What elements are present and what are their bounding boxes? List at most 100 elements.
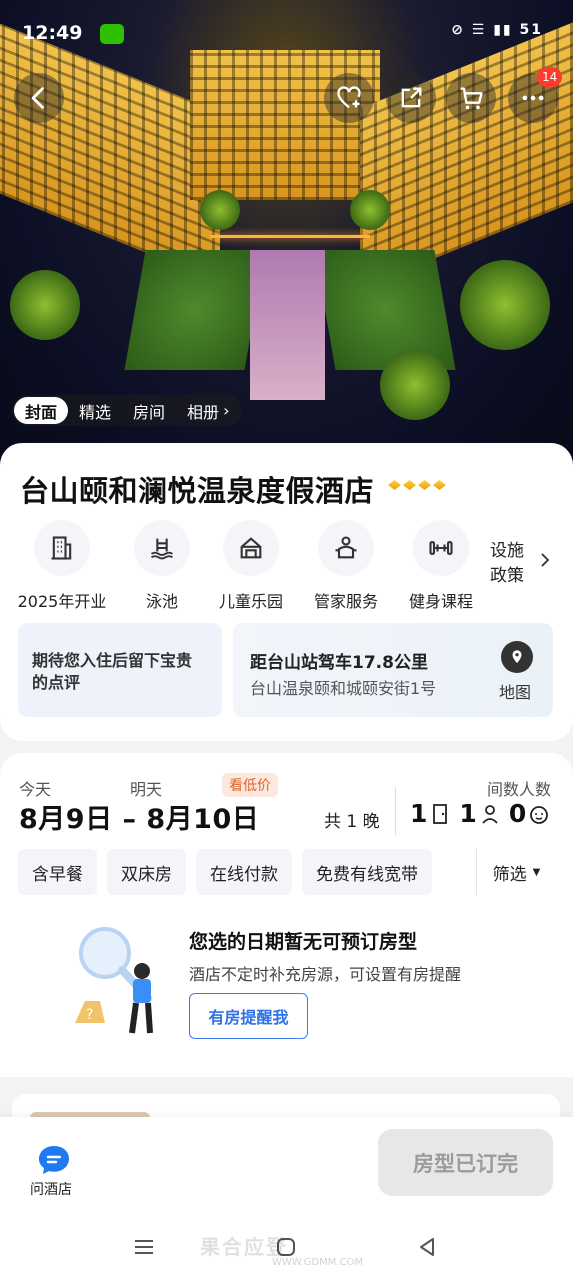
hotel-name: 台山颐和澜悦温泉度假酒店	[20, 474, 375, 508]
heart-add-icon	[337, 86, 361, 109]
cart-icon	[460, 87, 483, 110]
review-prompt-line2: 的点评	[32, 673, 81, 692]
svg-text:?: ?	[86, 1007, 93, 1023]
dumbbell-icon	[429, 541, 453, 555]
review-prompt-line1: 期待您入住后留下宝贵	[32, 651, 193, 670]
date-range[interactable]: 8月9日 – 8月10日	[19, 797, 259, 836]
tree	[10, 270, 80, 340]
room-count: 1	[410, 799, 428, 828]
child-icon	[530, 805, 549, 824]
chip-free-broadband[interactable]: 免费有线宽带	[302, 849, 432, 895]
empty-state-title: 您选的日期暂无可预订房型	[189, 931, 418, 953]
bottom-action-bar: 问酒店 房型已订完	[0, 1117, 573, 1217]
guests-label: 间数人数	[487, 780, 552, 799]
building-left	[0, 7, 220, 283]
low-price-tag[interactable]: 看低价	[222, 773, 278, 797]
distance-text: 距台山站驾车17.8公里	[250, 653, 428, 673]
facility-label: 儿童乐园	[218, 592, 283, 611]
booking-card: 今天 明天 看低价 8月9日 – 8月10日 共 1 晚 间数人数 1 1 0 …	[0, 753, 573, 1077]
facility-pool[interactable]: 泳池	[112, 520, 212, 612]
message-count-badge: 14	[537, 67, 563, 87]
pool-icon	[150, 538, 174, 560]
watermark-url: WWW.GDMM.COM	[272, 1257, 364, 1268]
share-button[interactable]	[386, 73, 436, 123]
diamond-icon	[403, 480, 416, 490]
room-alert-button[interactable]: 有房提醒我	[189, 993, 308, 1039]
facility-policy-link[interactable]: 设施 政策	[490, 539, 524, 589]
map-label[interactable]: 地图	[499, 679, 531, 703]
facility-fitness[interactable]: 健身课程	[391, 520, 491, 612]
tab-album-label: 相册	[187, 402, 220, 422]
address-text: 台山温泉颐和城颐安街1号	[250, 679, 437, 698]
chip-online-pay[interactable]: 在线付款	[196, 849, 292, 895]
tree	[460, 260, 550, 350]
caret-down-icon: ▼	[532, 866, 541, 878]
lawn-right	[314, 250, 456, 370]
chip-breakfast[interactable]: 含早餐	[18, 849, 97, 895]
filter-chips: 含早餐 双床房 在线付款 免费有线宽带	[18, 849, 432, 895]
diamond-rating	[388, 480, 446, 490]
door-icon	[433, 803, 448, 824]
location-box[interactable]: 距台山站驾车17.8公里 台山温泉颐和城颐安街1号 地图	[233, 623, 553, 717]
divider	[395, 787, 396, 835]
playground-icon	[240, 537, 262, 559]
adult-icon	[482, 804, 498, 824]
chevron-right-icon: ›	[223, 401, 230, 420]
facility-label: 泳池	[145, 592, 178, 611]
building-icon	[51, 536, 72, 560]
rooms-sold-out-button[interactable]: 房型已订完	[378, 1129, 553, 1196]
chat-bubble-icon[interactable]	[37, 1144, 71, 1176]
tree	[380, 350, 450, 420]
diamond-icon	[418, 480, 431, 490]
empty-state-illustration: ?	[75, 927, 153, 1034]
facility-label: 管家服务	[313, 592, 378, 611]
butler-icon	[335, 536, 357, 559]
back-button[interactable]	[14, 73, 64, 123]
center-path	[250, 250, 325, 400]
policy-label-line1: 设施	[490, 541, 524, 561]
facility-opening-year[interactable]: 2025年开业	[12, 520, 112, 612]
tree	[200, 190, 240, 230]
review-prompt[interactable]: 期待您入住后留下宝贵 的点评	[18, 623, 222, 717]
more-dots-icon	[522, 95, 544, 101]
diamond-icon	[388, 480, 401, 490]
adult-count: 1	[459, 799, 477, 828]
back-triangle-icon[interactable]	[415, 1235, 439, 1259]
tab-album[interactable]: 相册 ›	[176, 397, 240, 424]
tab-rooms[interactable]: 房间	[122, 397, 176, 424]
chevron-right-icon	[541, 553, 550, 567]
diamond-icon	[433, 480, 446, 490]
facility-label: 2025年开业	[17, 592, 107, 611]
favorite-button[interactable]	[324, 73, 374, 123]
cart-button[interactable]	[446, 73, 496, 123]
share-icon	[401, 87, 422, 108]
tab-featured[interactable]: 精选	[68, 397, 122, 424]
map-pin-icon[interactable]	[501, 641, 533, 673]
facility-butler[interactable]: 管家服务	[296, 520, 396, 612]
chip-twin-room[interactable]: 双床房	[107, 849, 186, 895]
watermark-logo: 果合应登	[200, 1235, 288, 1259]
facility-playground[interactable]: 儿童乐园	[201, 520, 301, 612]
building-right	[360, 11, 573, 289]
chevron-left-icon	[31, 87, 44, 109]
wechat-notification-icon	[100, 24, 124, 44]
hotel-cover-photo[interactable]: 12:49 ⊘ ☰ ▮▮ 51 14 封面 精选 房间 相册 ›	[0, 0, 573, 470]
facility-label: 健身课程	[408, 592, 473, 611]
hotel-info-card: 台山颐和澜悦温泉度假酒店 2025年开业 泳池 儿童乐园 管家服务 健身课程 设…	[0, 443, 573, 741]
child-count: 0	[508, 799, 527, 828]
empty-state-subtitle: 酒店不定时补充房源，可设置有房提醒	[189, 965, 462, 984]
filter-label: 筛选	[492, 864, 527, 885]
light-strip	[210, 235, 370, 238]
menu-icon[interactable]	[132, 1235, 156, 1259]
system-navigation-bar: 果合应登 WWW.GDMM.COM	[0, 1217, 573, 1280]
status-indicators: ⊘ ☰ ▮▮ 51	[451, 22, 543, 38]
tab-cover[interactable]: 封面	[14, 397, 69, 424]
guests-selector[interactable]: 1 1 0	[410, 799, 558, 828]
filter-button[interactable]: 筛选 ▼	[476, 849, 556, 895]
ask-hotel-label[interactable]: 问酒店	[30, 1179, 72, 1199]
tree	[350, 190, 390, 230]
status-time: 12:49	[22, 22, 83, 44]
nights-count: 共 1 晚	[324, 812, 380, 832]
lawn-left	[124, 250, 266, 370]
gallery-tabs: 封面 精选 房间 相册 ›	[12, 395, 243, 426]
